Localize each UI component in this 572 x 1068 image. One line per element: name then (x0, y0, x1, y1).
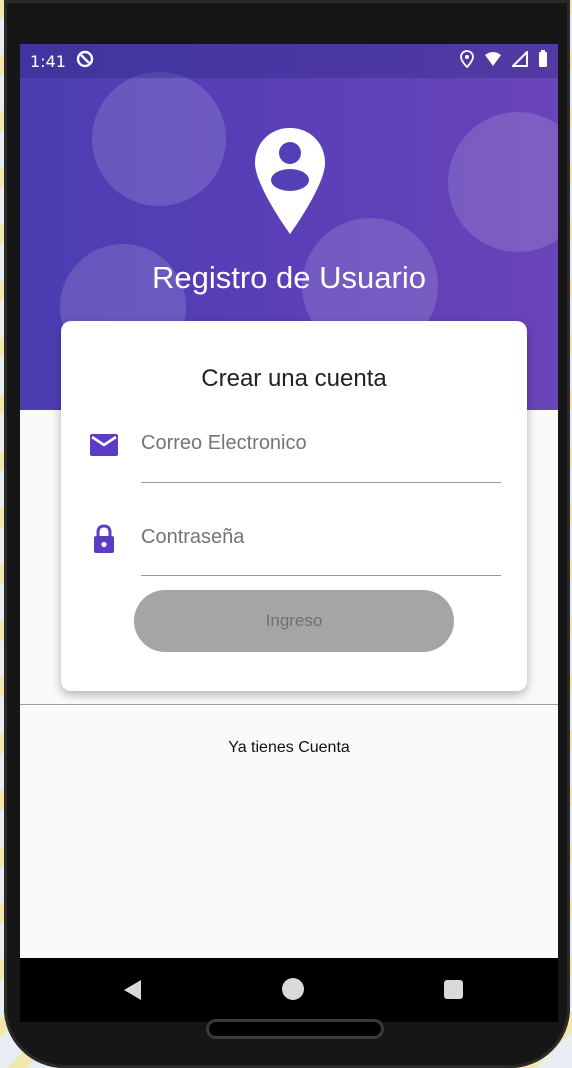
mail-icon (89, 433, 119, 462)
location-icon (460, 50, 474, 72)
speaker-grille (206, 1019, 384, 1039)
password-field[interactable]: Contraseña (141, 526, 244, 549)
password-field-underline (141, 575, 501, 576)
status-bar: 1:41 (20, 44, 558, 78)
home-icon[interactable] (282, 978, 304, 1000)
divider (20, 704, 558, 705)
sync-icon (76, 50, 94, 72)
user-location-pin-icon (253, 126, 327, 241)
email-field-underline (141, 482, 501, 483)
lock-icon (92, 524, 116, 559)
recents-icon[interactable] (444, 980, 463, 999)
navigation-bar (20, 958, 558, 1022)
battery-icon (538, 50, 548, 72)
submit-button[interactable]: Ingreso (134, 590, 454, 652)
wifi-icon (484, 51, 502, 71)
form-title: Crear una cuenta (201, 365, 387, 392)
decorative-circle (448, 112, 558, 252)
app-screen: 1:41 Registro de Usuario Crear una cuent… (20, 44, 558, 958)
signal-icon (510, 49, 528, 71)
decorative-circle (92, 72, 226, 206)
signup-card: Crear una cuenta Correo Electronico Cont… (61, 321, 527, 691)
email-field[interactable]: Correo Electronico (141, 432, 307, 455)
header-title: Registro de Usuario (152, 260, 426, 295)
back-icon[interactable] (124, 980, 141, 1000)
status-time: 1:41 (30, 51, 66, 71)
login-link[interactable]: Ya tienes Cuenta (20, 739, 558, 757)
